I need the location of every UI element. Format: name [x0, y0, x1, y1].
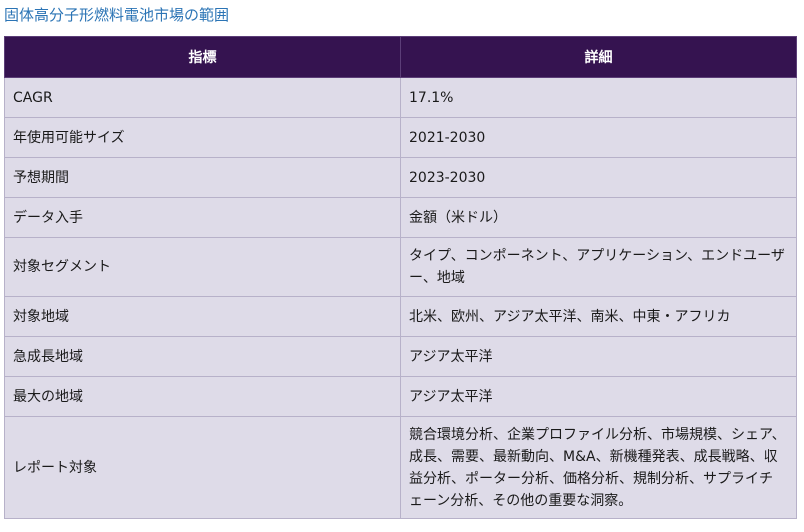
row-value: アジア太平洋 — [400, 376, 797, 417]
table-row: CAGR 17.1% — [4, 77, 797, 118]
row-label: 急成長地域 — [4, 336, 401, 377]
row-label: レポート対象 — [4, 416, 401, 519]
row-label: データ入手 — [4, 197, 401, 238]
row-label: 年使用可能サイズ — [4, 117, 401, 158]
row-value: 北米、欧州、アジア太平洋、南米、中東・アフリカ — [400, 296, 797, 337]
table-row: データ入手 金額（米ドル） — [4, 197, 797, 238]
table-row: 最大の地域 アジア太平洋 — [4, 376, 797, 417]
row-value: 2021-2030 — [400, 117, 797, 158]
row-value: 金額（米ドル） — [400, 197, 797, 238]
row-value: タイプ、コンポーネント、アプリケーション、エンドユーザー、地域 — [400, 237, 797, 297]
row-label: 予想期間 — [4, 157, 401, 198]
table-row: 予想期間 2023-2030 — [4, 157, 797, 198]
header-metric: 指標 — [4, 36, 401, 78]
header-details: 詳細 — [400, 36, 797, 78]
row-value: 競合環境分析、企業プロファイル分析、市場規模、シェア、成長、需要、最新動向、M&… — [400, 416, 797, 519]
row-label: 対象セグメント — [4, 237, 401, 297]
row-label: 最大の地域 — [4, 376, 401, 417]
row-value: アジア太平洋 — [400, 336, 797, 377]
row-label: CAGR — [4, 77, 401, 118]
table-header-row: 指標 詳細 — [4, 36, 797, 78]
market-scope-table: 指標 詳細 CAGR 17.1% 年使用可能サイズ 2021-2030 予想期間… — [4, 36, 797, 519]
table-row: 急成長地域 アジア太平洋 — [4, 336, 797, 377]
row-value: 2023-2030 — [400, 157, 797, 198]
table-row: レポート対象 競合環境分析、企業プロファイル分析、市場規模、シェア、成長、需要、… — [4, 416, 797, 519]
page-title: 固体高分子形燃料電池市場の範囲 — [4, 6, 230, 24]
table-row: 対象地域 北米、欧州、アジア太平洋、南米、中東・アフリカ — [4, 296, 797, 337]
table-row: 対象セグメント タイプ、コンポーネント、アプリケーション、エンドユーザー、地域 — [4, 237, 797, 297]
row-value: 17.1% — [400, 77, 797, 118]
row-label: 対象地域 — [4, 296, 401, 337]
table-row: 年使用可能サイズ 2021-2030 — [4, 117, 797, 158]
